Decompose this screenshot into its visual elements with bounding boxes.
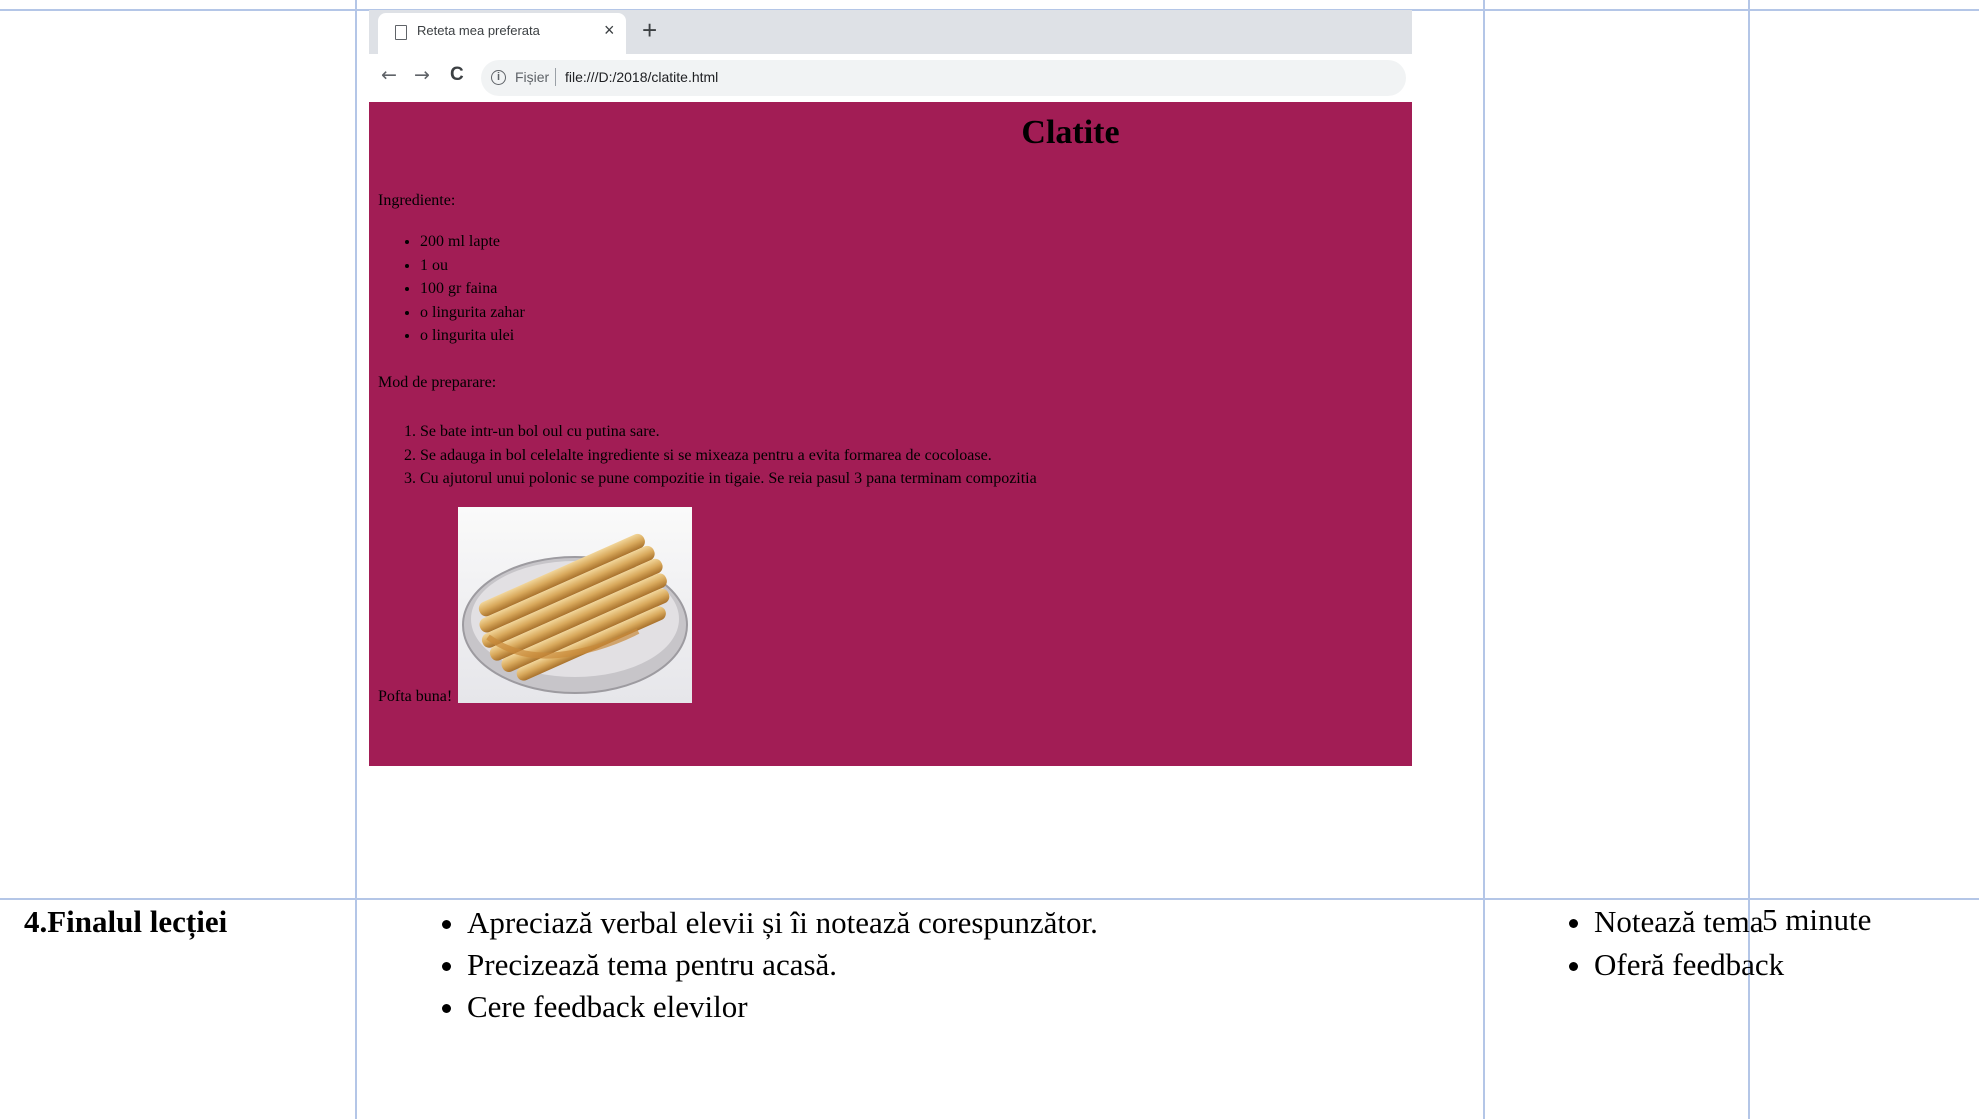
address-divider bbox=[555, 68, 556, 86]
closing-text: Pofta buna! bbox=[378, 688, 453, 705]
ingredients-label: Ingrediente: bbox=[378, 192, 456, 209]
list-item: 100 gr faina bbox=[420, 277, 525, 301]
address-url[interactable]: file:///D:/2018/clatite.html bbox=[565, 69, 718, 85]
list-item: Precizează tema pentru acasă. bbox=[467, 944, 1098, 986]
address-scheme-label: Fișier bbox=[515, 69, 550, 85]
list-item: Notează tema bbox=[1594, 902, 1790, 942]
back-arrow-icon[interactable]: ← bbox=[381, 64, 397, 86]
list-item: Apreciază verbal elevii și îi notează co… bbox=[467, 902, 1098, 944]
document-icon bbox=[395, 25, 407, 40]
browser-toolbar: ← → C i Fișier file:///D:/2018/clatite.h… bbox=[369, 54, 1412, 103]
browser-tab-bar: Reteta mea preferata × + bbox=[369, 10, 1412, 54]
steps-list: Se bate intr-un bol oul cu putina sare. … bbox=[378, 420, 1037, 491]
list-item: o lingurita ulei bbox=[420, 324, 525, 348]
recipe-page: Clatite Ingrediente: 200 ml lapte 1 ou 1… bbox=[369, 102, 1412, 766]
new-tab-icon[interactable]: + bbox=[642, 17, 657, 43]
tab-title: Reteta mea preferata bbox=[417, 23, 540, 38]
pancakes-photo bbox=[458, 507, 692, 703]
browser-tab[interactable]: Reteta mea preferata × bbox=[378, 13, 626, 54]
list-item: Cere feedback elevilor bbox=[467, 986, 1098, 1028]
table-border-row bbox=[0, 898, 1979, 900]
duration: 5 minute bbox=[1762, 902, 1872, 937]
forward-arrow-icon[interactable]: → bbox=[414, 64, 430, 86]
table-border-left-col bbox=[355, 0, 357, 1119]
browser-screenshot: Reteta mea preferata × + ← → C i Fișier … bbox=[369, 10, 1412, 766]
list-item: Se bate intr-un bol oul cu putina sare. bbox=[420, 420, 1037, 444]
teacher-activities-list: Apreciază verbal elevii și îi notează co… bbox=[411, 902, 1098, 1028]
stage-label: 4.Finalul lecției bbox=[24, 904, 228, 939]
student-activities-list: Notează tema Oferă feedback bbox=[1524, 902, 1790, 988]
list-item: 200 ml lapte bbox=[420, 230, 525, 254]
list-item: 1 ou bbox=[420, 254, 525, 278]
list-item: Oferă feedback bbox=[1594, 945, 1790, 985]
list-item: o lingurita zahar bbox=[420, 301, 525, 325]
close-icon[interactable]: × bbox=[604, 21, 615, 39]
ingredients-list: 200 ml lapte 1 ou 100 gr faina o linguri… bbox=[378, 230, 525, 348]
address-bar[interactable]: i Fișier file:///D:/2018/clatite.html bbox=[481, 60, 1406, 96]
list-item: Se adauga in bol celelalte ingrediente s… bbox=[420, 444, 1037, 468]
info-icon[interactable]: i bbox=[491, 70, 506, 85]
method-label: Mod de preparare: bbox=[378, 374, 497, 391]
list-item: Cu ajutorul unui polonic se pune compozi… bbox=[420, 467, 1037, 491]
page-title: Clatite bbox=[1021, 114, 1120, 151]
table-border-mid-col bbox=[1483, 0, 1485, 1119]
reload-icon[interactable]: C bbox=[450, 64, 464, 86]
